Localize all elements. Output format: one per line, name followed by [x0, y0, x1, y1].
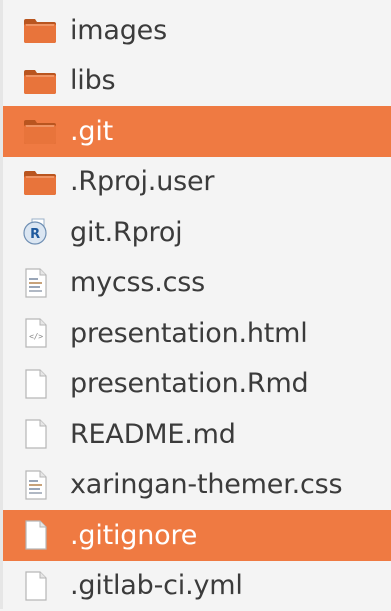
file-row-presentation-html[interactable]: </> presentation.html	[3, 308, 391, 359]
file-row-presentation-rmd[interactable]: presentation.Rmd	[3, 359, 391, 410]
file-row-rproj-user[interactable]: .Rproj.user	[3, 157, 391, 208]
svg-text:R: R	[30, 227, 40, 242]
folder-icon	[23, 115, 63, 147]
css-file-icon	[23, 469, 63, 501]
html-file-icon: </>	[23, 317, 63, 349]
file-name: .gitlab-ci.yml	[70, 572, 243, 599]
file-row-git[interactable]: .git	[3, 106, 391, 157]
file-row-git-rproj[interactable]: R git.Rproj	[3, 207, 391, 258]
file-row-images[interactable]: images	[3, 5, 391, 56]
file-browser-panel: images libs .git .Rproj.user	[0, 0, 391, 609]
file-name: presentation.html	[70, 320, 308, 347]
rproj-icon: R	[23, 216, 63, 248]
file-name: .Rproj.user	[70, 168, 214, 195]
file-name: images	[70, 17, 167, 44]
file-name: libs	[70, 67, 115, 94]
file-name: presentation.Rmd	[70, 370, 308, 397]
file-row-mycss[interactable]: mycss.css	[3, 258, 391, 309]
file-name: git.Rproj	[70, 219, 182, 246]
text-file-icon	[23, 570, 63, 602]
file-list: images libs .git .Rproj.user	[3, 5, 391, 611]
folder-icon	[23, 14, 63, 46]
file-name: .git	[70, 118, 113, 145]
folder-icon	[23, 65, 63, 97]
file-row-libs[interactable]: libs	[3, 56, 391, 107]
file-row-readme[interactable]: README.md	[3, 409, 391, 460]
file-name: mycss.css	[70, 269, 205, 296]
text-file-icon	[23, 519, 63, 551]
file-row-gitignore[interactable]: .gitignore	[3, 510, 391, 561]
file-name: xaringan-themer.css	[70, 471, 342, 498]
folder-icon	[23, 166, 63, 198]
svg-text:</>: </>	[29, 332, 43, 341]
file-name: README.md	[70, 421, 236, 448]
text-file-icon	[23, 368, 63, 400]
file-row-gitlab-ci[interactable]: .gitlab-ci.yml	[3, 561, 391, 611]
css-file-icon	[23, 267, 63, 299]
text-file-icon	[23, 418, 63, 450]
file-row-xaringan-themer[interactable]: xaringan-themer.css	[3, 460, 391, 511]
file-name: .gitignore	[70, 522, 197, 549]
